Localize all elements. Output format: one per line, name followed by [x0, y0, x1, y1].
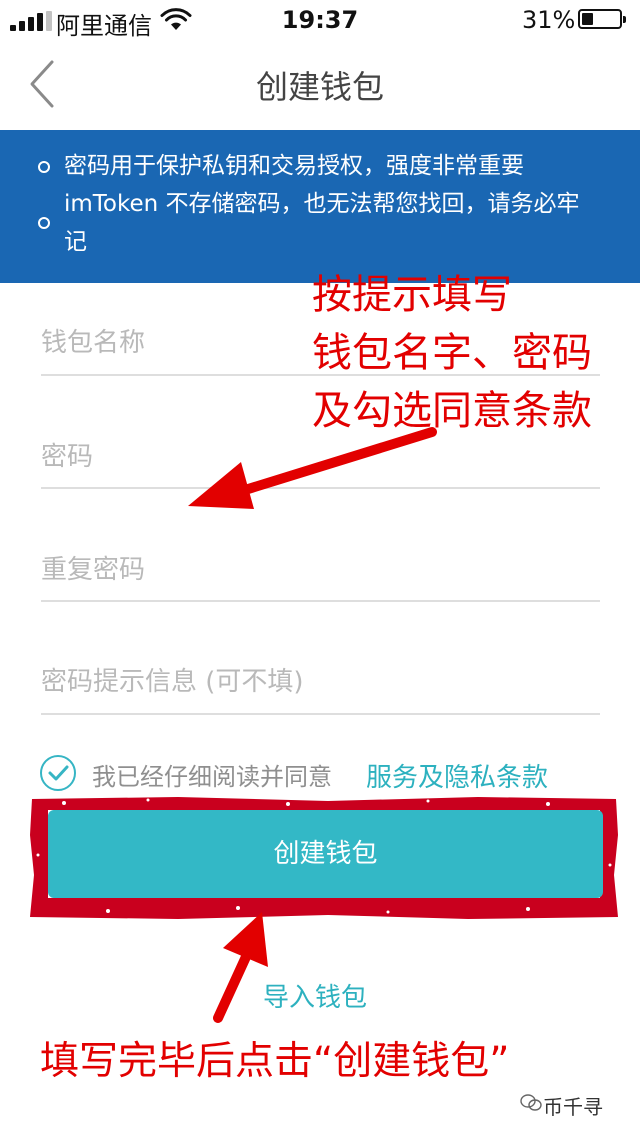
arrow-icon — [188, 427, 437, 509]
annotation-bottom: 填写完毕后点击“创建钱包” — [40, 1039, 510, 1084]
annotation-top: 按提示填写 钱包名字、密码 及勾选同意条款 — [312, 266, 622, 440]
annotation-line: 钱包名字、密码 — [312, 330, 592, 376]
annotation-arrows — [188, 427, 437, 1023]
annotation-line: 按提示填写 — [312, 272, 512, 318]
annotation-line: 及勾选同意条款 — [312, 388, 592, 434]
watermark-text: 币千寻 — [543, 1095, 603, 1119]
arrow-icon — [213, 912, 268, 1023]
wechat-icon — [520, 1094, 542, 1111]
